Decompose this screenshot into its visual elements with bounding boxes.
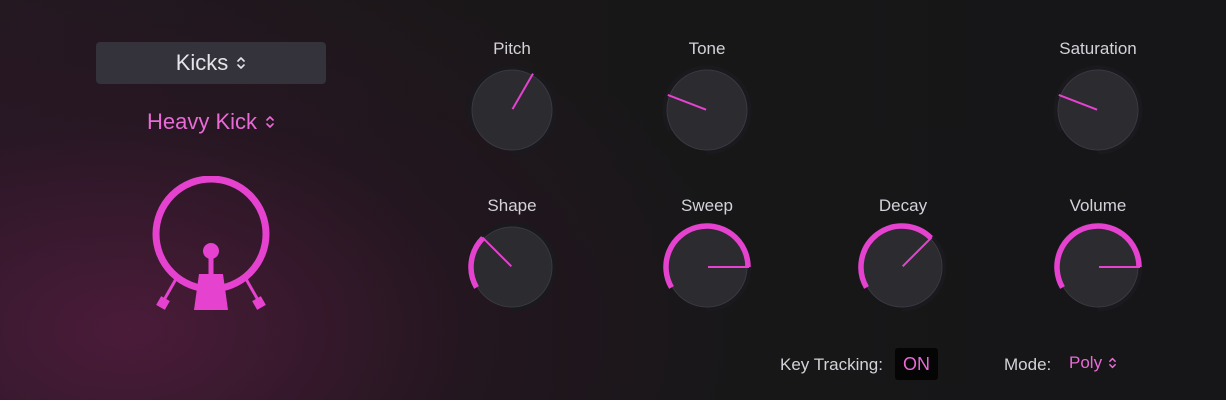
pitch-label: Pitch: [493, 39, 531, 58]
key-tracking-label: Key Tracking:: [780, 355, 883, 374]
saturation-knob[interactable]: [1048, 60, 1148, 160]
preset-selector[interactable]: Heavy Kick: [96, 104, 326, 140]
knob-body: [666, 69, 748, 151]
tone-knob[interactable]: [657, 60, 757, 160]
decay-label: Decay: [878, 196, 928, 215]
category-label: Kicks: [175, 50, 229, 75]
preset-label: Heavy Kick: [146, 109, 258, 134]
tone-label: Tone: [688, 39, 726, 58]
knob-body: [471, 69, 553, 151]
pitch-knob[interactable]: [462, 60, 562, 160]
mode-value: Poly: [1069, 353, 1103, 372]
kick-drum-icon: [148, 175, 274, 321]
sweep-knob[interactable]: [657, 217, 757, 317]
shape-label: Shape: [487, 196, 537, 215]
chevron-updown-icon: [236, 55, 246, 71]
volume-label: Volume: [1069, 196, 1127, 215]
decay-knob[interactable]: [852, 217, 952, 317]
mode-selector[interactable]: Poly: [1069, 353, 1117, 373]
sweep-label: Sweep: [681, 196, 733, 215]
mode-label: Mode:: [1004, 355, 1052, 374]
key-tracking-toggle[interactable]: ON: [895, 348, 938, 380]
chevron-updown-icon: [1108, 356, 1117, 370]
saturation-label: Saturation: [1059, 39, 1137, 58]
category-selector[interactable]: Kicks: [96, 42, 326, 84]
volume-knob[interactable]: [1048, 217, 1148, 317]
shape-knob[interactable]: [462, 217, 562, 317]
chevron-updown-icon: [265, 114, 275, 130]
knob-body: [1057, 69, 1139, 151]
